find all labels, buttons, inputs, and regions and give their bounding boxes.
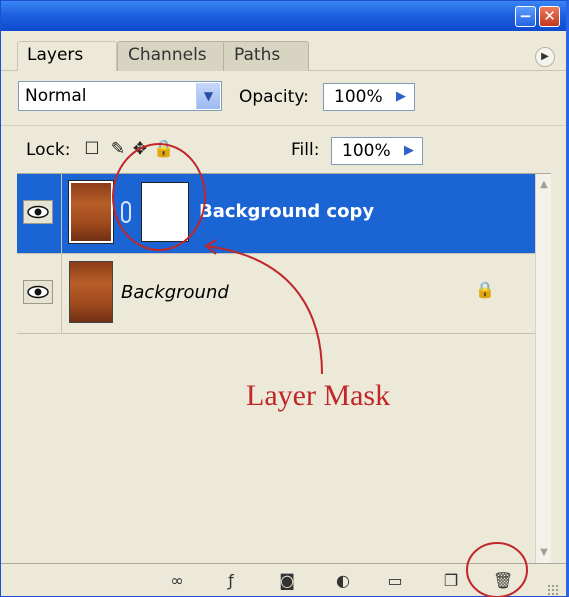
tab-label: Layers — [27, 45, 84, 65]
opacity-label: Opacity: — [239, 87, 309, 107]
lock-fill-row: Lock: ☐ ✎ ✥ 🔒 Fill: 100% ▶ — [1, 125, 566, 174]
blend-mode-value: Normal — [25, 86, 87, 106]
fill-field[interactable]: 100% ▶ — [331, 137, 423, 165]
layer-thumbnail[interactable] — [69, 261, 113, 323]
new-layer-icon[interactable]: ❐ — [441, 572, 461, 590]
layer-name: Background copy — [199, 201, 375, 222]
scroll-down-icon[interactable]: ▼ — [537, 544, 551, 562]
visibility-cell[interactable] — [17, 254, 62, 333]
layer-row-background[interactable]: Background 🔒 — [17, 254, 535, 334]
minimize-button[interactable]: − — [515, 6, 536, 27]
fill-value: 100% — [342, 141, 391, 161]
layer-style-icon[interactable]: ƒ — [221, 572, 241, 590]
visibility-cell[interactable] — [17, 174, 62, 253]
layer-mask-thumbnail[interactable] — [141, 182, 189, 242]
bottom-toolbar: ∞ ƒ ◙ ◐ ▭ ❐ 🗑 — [1, 563, 566, 596]
opacity-slider-arrow-icon[interactable]: ▶ — [389, 85, 413, 109]
lock-transparency-icon[interactable]: ☐ — [83, 140, 101, 158]
eye-toggle[interactable] — [23, 280, 53, 304]
link-layers-icon[interactable]: ∞ — [167, 572, 187, 590]
chevron-down-icon[interactable]: ▼ — [196, 83, 220, 109]
fill-slider-arrow-icon[interactable]: ▶ — [397, 139, 421, 163]
chain-link-icon[interactable] — [121, 201, 131, 223]
lock-image-icon[interactable]: ✎ — [109, 140, 127, 158]
tab-label: Channels — [128, 45, 207, 65]
delete-layer-icon[interactable]: 🗑 — [493, 572, 513, 590]
adjustment-layer-icon[interactable]: ◐ — [333, 572, 353, 590]
lock-position-icon[interactable]: ✥ — [131, 140, 149, 158]
scroll-up-icon[interactable]: ▲ — [537, 176, 551, 194]
tab-label: Paths — [234, 45, 281, 65]
close-button[interactable]: ✕ — [539, 6, 560, 27]
tab-channels[interactable]: Channels — [117, 41, 229, 71]
new-group-icon[interactable]: ▭ — [385, 572, 405, 590]
add-mask-icon[interactable]: ◙ — [277, 572, 297, 590]
layers-list: Background copy Background 🔒 ▲ ▼ — [17, 173, 551, 564]
blend-mode-select[interactable]: Normal ▼ — [18, 81, 222, 111]
layers-panel-window: − ✕ Channels Paths Layers ▶ Normal ▼ Opa… — [0, 0, 569, 597]
opacity-value: 100% — [334, 87, 383, 107]
tab-layers[interactable]: Layers — [17, 41, 117, 71]
palette-menu-button[interactable]: ▶ — [535, 47, 555, 67]
annotation-label: Layer Mask — [246, 379, 391, 412]
panel-tabs: Channels Paths Layers ▶ — [1, 31, 566, 71]
layer-thumbnail[interactable] — [68, 180, 114, 244]
tab-paths[interactable]: Paths — [223, 41, 309, 71]
eye-icon — [27, 205, 49, 219]
blend-opacity-row: Normal ▼ Opacity: 100% ▶ — [1, 71, 566, 123]
lock-label: Lock: — [26, 140, 71, 160]
eye-toggle[interactable] — [23, 200, 53, 224]
vertical-scrollbar[interactable]: ▲ ▼ — [535, 174, 551, 564]
layer-name: Background — [121, 282, 229, 303]
title-bar[interactable]: − ✕ — [1, 1, 566, 31]
opacity-field[interactable]: 100% ▶ — [323, 83, 415, 111]
eye-icon — [27, 285, 49, 299]
fill-label: Fill: — [291, 140, 320, 160]
layer-row-background-copy[interactable]: Background copy — [17, 174, 535, 254]
lock-icon: 🔒 — [475, 280, 495, 299]
resize-grip[interactable] — [547, 584, 559, 596]
lock-all-icon[interactable]: 🔒 — [153, 140, 174, 158]
